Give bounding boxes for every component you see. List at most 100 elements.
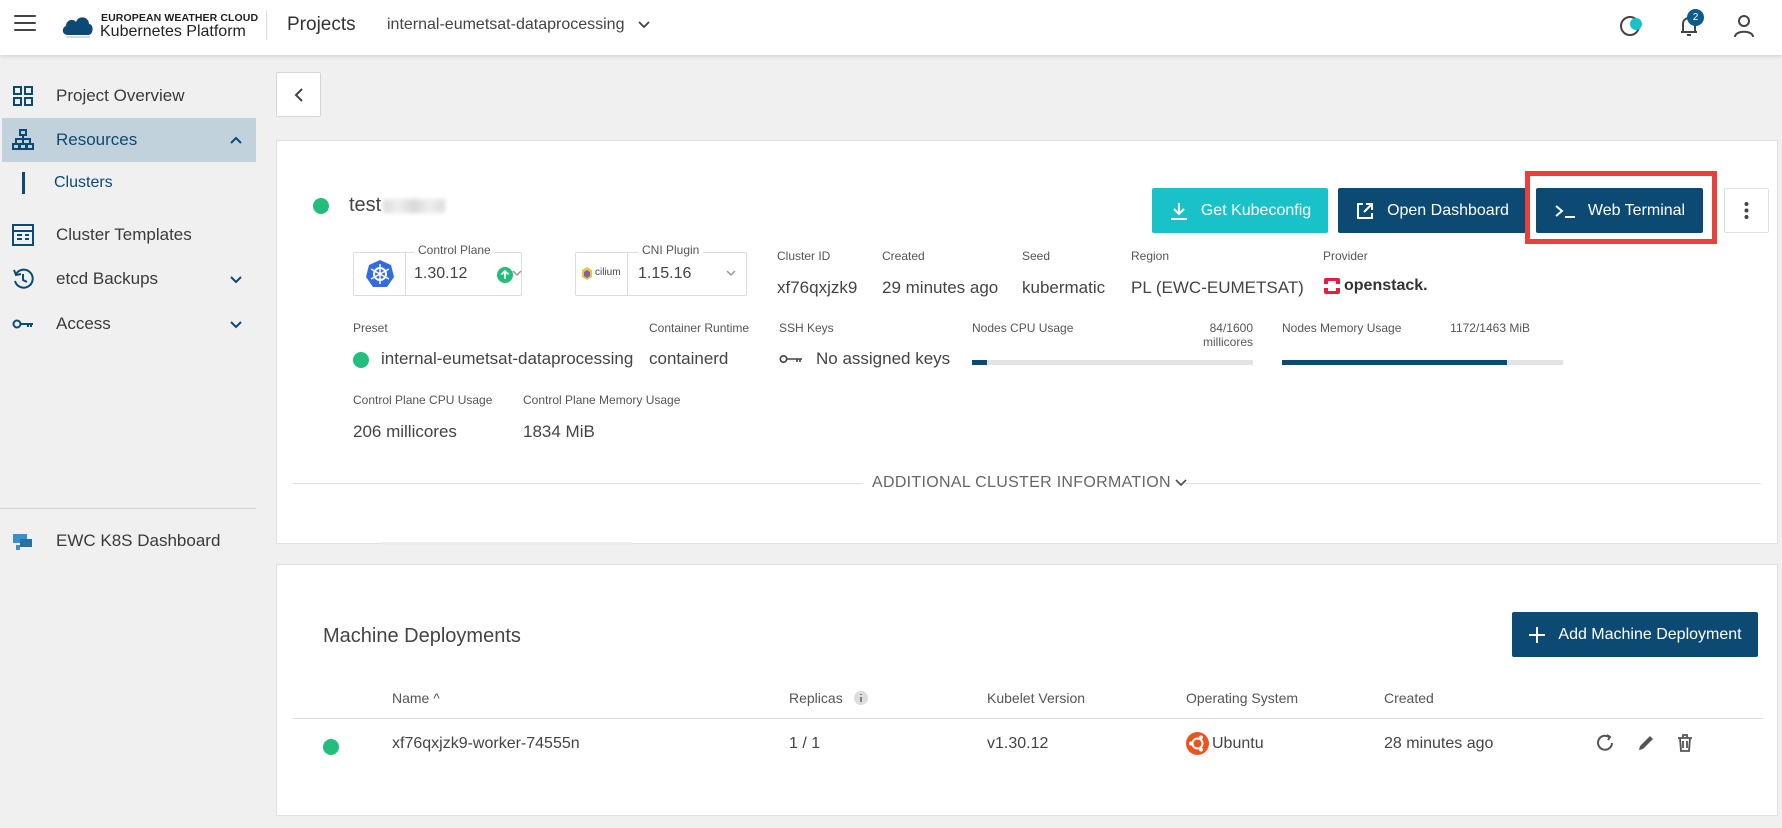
cilium-logo-icon	[582, 267, 592, 280]
divider-right	[1185, 483, 1761, 484]
deployment-replicas: 1 / 1	[789, 735, 821, 752]
notification-count-badge: 2	[1687, 9, 1704, 26]
sidebar-item-label: Project Overview	[56, 86, 185, 105]
sidebar-item-label: Cluster Templates	[56, 225, 192, 244]
additional-cluster-info-toggle[interactable]: ADDITIONAL CLUSTER INFORMATION	[872, 474, 1187, 492]
cluster-details-card: test Get Kubeconfig Open Dashboard Web T…	[276, 140, 1778, 545]
openstack-logo-icon	[1324, 278, 1340, 294]
chevron-down-icon	[638, 21, 651, 29]
preset-value: internal-eumetsat-dataprocessing	[381, 349, 634, 368]
chevron-down-icon	[726, 270, 736, 277]
delete-trash-icon[interactable]	[1674, 732, 1696, 754]
ubuntu-logo-icon	[1186, 732, 1209, 755]
edit-pencil-icon[interactable]	[1635, 732, 1657, 754]
chevron-down-icon	[230, 321, 242, 329]
seed-label: Seed	[1022, 249, 1051, 263]
sidebar-subitem-label: Clusters	[54, 174, 113, 191]
table-header-divider	[293, 718, 1763, 719]
cni-plugin-label: CNI Plugin	[638, 243, 704, 257]
add-machine-deployment-button[interactable]: Add Machine Deployment	[1512, 612, 1758, 657]
notifications-bell-icon[interactable]: 2	[1675, 9, 1704, 40]
ssh-keys-value: No assigned keys	[816, 349, 951, 368]
preset-label: Preset	[353, 321, 388, 335]
cluster-id-value: xf76qxjzk9	[777, 278, 858, 297]
button-label: Get Kubeconfig	[1200, 201, 1312, 219]
open-dashboard-button[interactable]: Open Dashboard	[1338, 188, 1526, 233]
chevron-down-icon	[512, 270, 522, 277]
chevron-up-icon	[230, 136, 242, 144]
user-account-icon[interactable]	[1730, 12, 1758, 40]
column-header-created: Created	[1384, 690, 1434, 706]
more-actions-button[interactable]	[1724, 188, 1769, 233]
container-runtime-value: containerd	[649, 349, 729, 368]
scroll-shadow	[382, 542, 632, 545]
column-header-label: Name	[392, 690, 430, 706]
column-header-kubelet-version: Kubelet Version	[987, 690, 1086, 706]
restart-icon[interactable]	[1594, 732, 1616, 754]
sidebar-item-access[interactable]: Access	[2, 302, 256, 346]
control-plane-memory-value: 1834 MiB	[523, 422, 595, 441]
get-kubeconfig-button[interactable]: Get Kubeconfig	[1152, 188, 1328, 233]
machine-deployments-title: Machine Deployments	[323, 625, 521, 647]
projects-link[interactable]: Projects	[287, 14, 356, 36]
key-icon	[12, 319, 33, 329]
plus-icon	[1529, 626, 1546, 643]
more-vertical-icon	[1744, 202, 1749, 219]
control-plane-memory-label: Control Plane Memory Usage	[523, 393, 681, 407]
sidebar-item-ewc-dashboard[interactable]: EWC K8S Dashboard	[2, 519, 256, 563]
button-label: Open Dashboard	[1387, 201, 1509, 219]
web-terminal-highlight-box	[1525, 171, 1717, 244]
backup-history-icon	[13, 268, 34, 289]
sidebar-item-resources[interactable]: Resources	[2, 118, 256, 162]
column-header-operating-system: Operating System	[1186, 690, 1299, 706]
theme-toggle-icon[interactable]	[1617, 12, 1645, 40]
nodes-cpu-progress	[972, 360, 1253, 365]
sidebar-subitem-clusters[interactable]: Clusters	[22, 168, 256, 198]
key-icon	[779, 354, 802, 364]
sidebar-divider	[0, 508, 256, 509]
deployment-status-indicator	[323, 739, 339, 755]
created-label: Created	[882, 249, 925, 263]
control-plane-version: 1.30.12	[414, 265, 468, 282]
chevron-down-icon	[230, 276, 242, 284]
project-name: internal-eumetsat-dataprocessing	[387, 16, 625, 33]
column-header-name[interactable]: Name ^	[392, 690, 440, 706]
cni-plugin-version: 1.15.16	[638, 265, 692, 282]
download-icon	[1170, 202, 1187, 220]
sidebar-item-etcd-backups[interactable]: etcd Backups	[2, 257, 256, 301]
created-value: 29 minutes ago	[882, 278, 999, 297]
control-plane-cpu-label: Control Plane CPU Usage	[353, 393, 493, 407]
sidebar-item-label: etcd Backups	[56, 269, 159, 288]
control-plane-label: Control Plane	[414, 243, 495, 257]
nodes-memory-label: Nodes Memory Usage	[1282, 321, 1402, 335]
nodes-cpu-label: Nodes CPU Usage	[972, 321, 1074, 335]
cluster-name-text: test	[349, 194, 382, 216]
grid-icon	[13, 86, 33, 106]
nodes-memory-progress	[1282, 360, 1563, 365]
kubernetes-logo-icon	[354, 253, 406, 295]
nodes-memory-progress-fill	[1282, 360, 1508, 365]
nodes-cpu-value: 84/1600 millicores	[1202, 321, 1253, 349]
sidebar-item-label: EWC K8S Dashboard	[56, 531, 221, 550]
menu-icon[interactable]	[14, 15, 36, 33]
template-icon	[12, 224, 34, 246]
cilium-logo: cilium	[576, 253, 628, 295]
deployment-name[interactable]: xf76qxjzk9-worker-74555n	[392, 735, 580, 753]
cni-plugin-version-selector[interactable]: cilium CNI Plugin 1.15.16	[575, 243, 747, 296]
cluster-status-indicator	[313, 198, 329, 214]
provider-label: Provider	[1323, 249, 1368, 263]
container-runtime-label: Container Runtime	[649, 321, 750, 335]
control-plane-version-selector[interactable]: Control Plane 1.30.12	[353, 243, 522, 296]
sidebar-item-project-overview[interactable]: Project Overview	[2, 74, 256, 118]
sidebar-item-cluster-templates[interactable]: Cluster Templates	[2, 213, 256, 257]
cluster-name: test	[349, 194, 446, 217]
sidebar-item-label: Access	[56, 314, 111, 333]
project-selector[interactable]: internal-eumetsat-dataprocessing	[387, 16, 651, 34]
sidebar: Project Overview Resources Clusters Clus…	[0, 55, 258, 828]
preset-status-indicator	[353, 352, 369, 368]
info-icon[interactable]	[853, 690, 869, 706]
deployment-os-label: Ubuntu	[1212, 734, 1264, 752]
back-button[interactable]	[276, 72, 321, 117]
active-indicator	[22, 172, 25, 194]
button-label: Add Machine Deployment	[1558, 625, 1742, 643]
